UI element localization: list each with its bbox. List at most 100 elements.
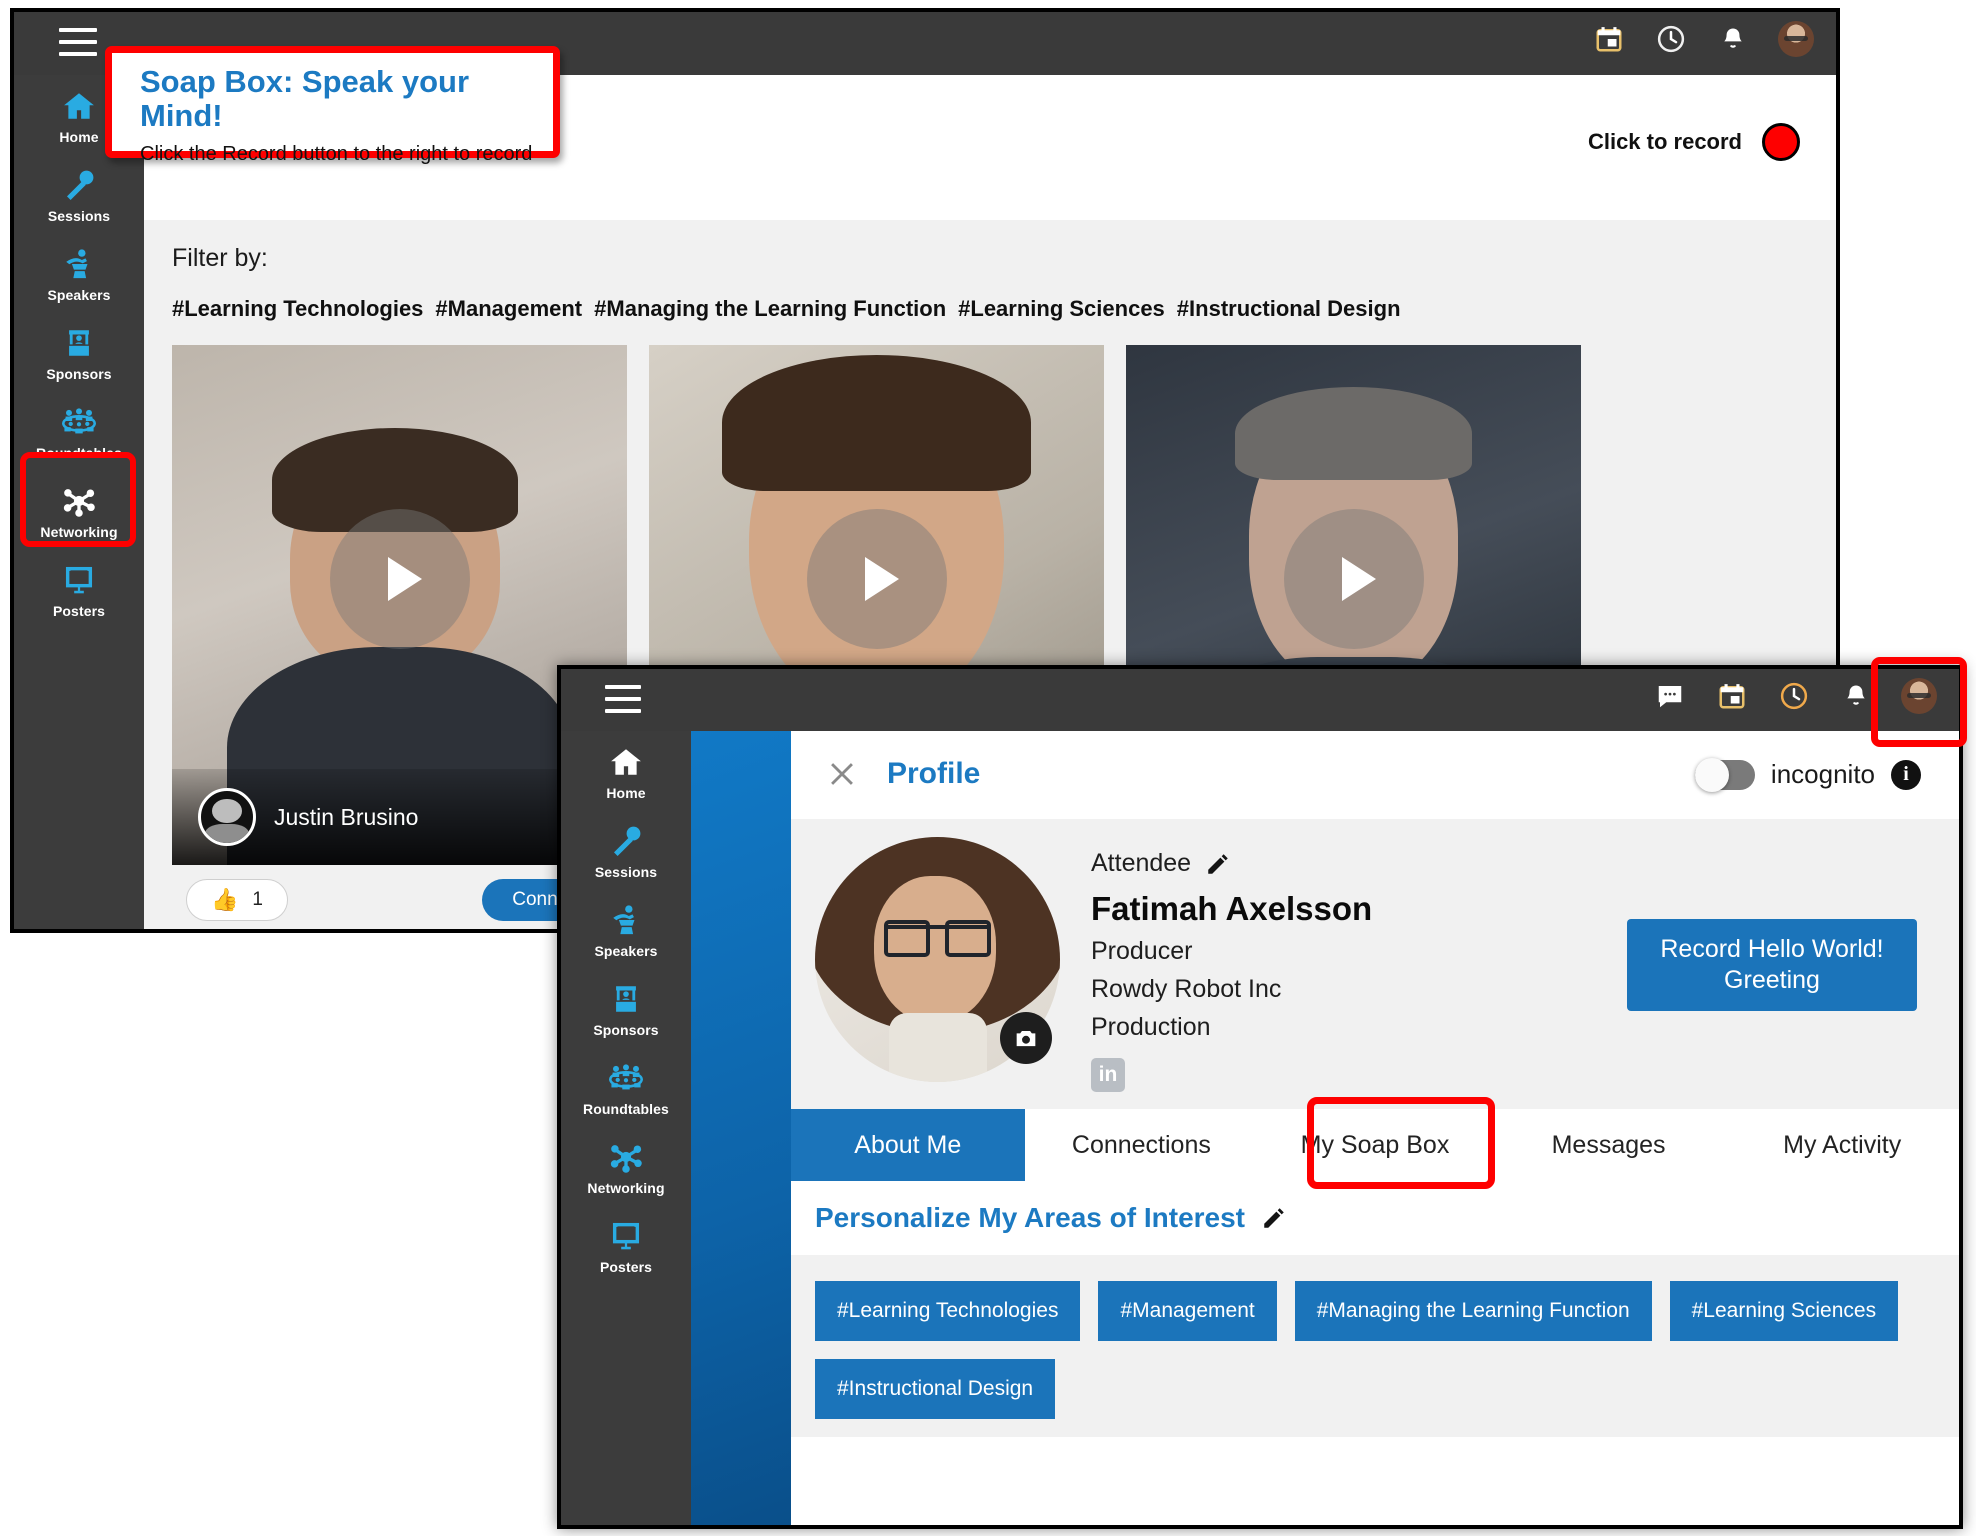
attendee-type-label: Attendee [1091,849,1192,877]
play-icon[interactable] [329,509,470,649]
camera-icon[interactable] [1000,1012,1052,1064]
front-window-sidebar: Home Sessions Speakers Sponsors Roundtables N… [561,731,691,1525]
sidebar-item-speakers[interactable]: Speakers [561,889,691,968]
sidebar-item-label: Sponsors [46,366,112,382]
sidebar-item-sessions[interactable]: Sessions [14,154,144,233]
filter-tag[interactable]: #Instructional Design [1177,296,1401,321]
sidebar-item-label: Networking [40,524,118,540]
linkedin-icon[interactable]: in [1091,1058,1125,1092]
like-button[interactable]: 👍 1 [186,879,288,921]
interests-heading-row: Personalize My Areas of Interest [791,1181,1959,1255]
play-icon[interactable] [1283,509,1424,649]
network-nodes-icon [561,1137,691,1177]
pencil-icon[interactable] [1261,1205,1287,1231]
filter-tag[interactable]: #Management [435,296,582,321]
profile-photo-wrap [815,837,1060,1082]
sidebar-item-label: Sponsors [593,1022,659,1038]
close-icon[interactable] [825,757,859,791]
booth-icon [14,323,144,363]
record-greeting-line2: Greeting [1724,966,1820,994]
sidebar-item-speakers[interactable]: Speakers [14,233,144,312]
interest-chip[interactable]: #Instructional Design [815,1359,1056,1419]
sidebar-item-label: Sessions [47,208,111,224]
profile-details: Attendee Fatimah Axelsson Producer Rowdy… [1091,849,1372,1092]
like-count: 1 [252,889,263,910]
sidebar-item-networking[interactable]: Networking [561,1126,691,1205]
sidebar-item-roundtables[interactable]: Roundtables [561,1047,691,1126]
incognito-toggle[interactable] [1694,757,1755,792]
clock-icon[interactable] [1777,679,1811,713]
interest-chip-list: #Learning Technologies #Management #Managi… [791,1255,1959,1437]
tab-about-me[interactable]: About Me [791,1109,1025,1181]
profile-tabs: About Me Connections My Soap Box Messages My… [791,1097,1959,1189]
soapbox-callout: Soap Box: Speak your Mind! Click the Rec… [105,46,560,165]
hamburger-icon[interactable] [605,685,641,713]
network-nodes-icon [14,481,144,521]
clock-icon[interactable] [1654,22,1688,56]
roundtable-icon [14,402,144,442]
home-icon [561,742,691,782]
sidebar-item-label: Networking [587,1180,665,1196]
hamburger-icon[interactable] [59,28,97,58]
record-greeting-button[interactable]: Record Hello World! Greeting [1627,919,1917,1011]
sidebar-item-label: Home [606,785,646,801]
tab-my-soap-box[interactable]: My Soap Box [1258,1109,1492,1181]
incognito-control: incognito i [1694,757,1921,792]
profile-panel-header: Profile incognito i [791,731,1959,819]
interest-chip[interactable]: #Management [1098,1281,1277,1341]
info-icon[interactable]: i [1891,759,1921,790]
bell-icon[interactable] [1839,679,1873,713]
filter-tag[interactable]: #Managing the Learning Function [594,296,946,321]
avatar [198,788,256,846]
filter-by-label: Filter by: [172,244,268,272]
pencil-icon[interactable] [1205,851,1231,877]
click-to-record-label: Click to record [1587,129,1742,154]
filter-tag[interactable]: #Learning Sciences [958,296,1165,321]
sidebar-item-posters[interactable]: Posters [561,1205,691,1284]
sidebar-item-home[interactable]: Home [561,731,691,810]
poster-board-icon [561,1216,691,1256]
attendee-role-row: Attendee [1091,849,1372,878]
avatar[interactable] [1901,678,1937,714]
poster-board-icon [14,560,144,600]
profile-job-title: Producer [1091,937,1193,965]
avatar[interactable] [1778,21,1814,57]
callout-title: Soap Box: Speak your Mind! [140,64,470,134]
profile-name: Fatimah Axelsson [1091,890,1373,927]
sidebar-item-sponsors[interactable]: Sponsors [14,312,144,391]
sidebar-item-sponsors[interactable]: Sponsors [561,968,691,1047]
profile-summary: Attendee Fatimah Axelsson Producer Rowdy… [791,819,1959,1109]
profile-department: Production [1091,1013,1211,1041]
sidebar-item-label: Posters [52,603,106,619]
filter-tag[interactable]: #Learning Technologies [172,296,423,321]
sidebar-item-label: Speakers [594,943,658,959]
play-icon[interactable] [806,509,947,649]
filter-tag-list: #Learning Technologies #Management #Managi… [172,296,1826,322]
record-dot-icon[interactable] [1762,123,1800,161]
booth-icon [561,979,691,1019]
tab-my-activity[interactable]: My Activity [1725,1109,1959,1181]
interest-chip[interactable]: #Managing the Learning Function [1294,1281,1652,1341]
calendar-icon[interactable] [1715,679,1749,713]
sidebar-item-label: Roundtables [36,445,122,461]
back-topbar-icons [1592,21,1814,57]
callout-subtitle: Click the Record button to the right to … [140,143,533,166]
record-greeting-line1: Record Hello World! [1660,934,1884,963]
record-control: Click to record [1588,123,1800,161]
sidebar-item-sessions[interactable]: Sessions [561,810,691,889]
bell-icon[interactable] [1716,22,1750,56]
interest-chip[interactable]: #Learning Sciences [1669,1281,1899,1341]
sidebar-item-roundtables[interactable]: Roundtables [14,391,144,470]
front-window-topbar [561,669,1959,731]
sidebar-item-networking[interactable]: Networking [14,470,144,549]
sidebar-item-label: Sessions [594,864,658,880]
tab-connections[interactable]: Connections [1025,1109,1259,1181]
chat-icon[interactable] [1653,679,1687,713]
roundtable-icon [561,1058,691,1098]
tab-messages[interactable]: Messages [1492,1109,1726,1181]
front-topbar-icons [1653,678,1937,714]
calendar-icon[interactable] [1592,22,1626,56]
interest-chip[interactable]: #Learning Technologies [815,1281,1081,1341]
incognito-label: incognito [1770,759,1875,789]
sidebar-item-posters[interactable]: Posters [14,549,144,628]
